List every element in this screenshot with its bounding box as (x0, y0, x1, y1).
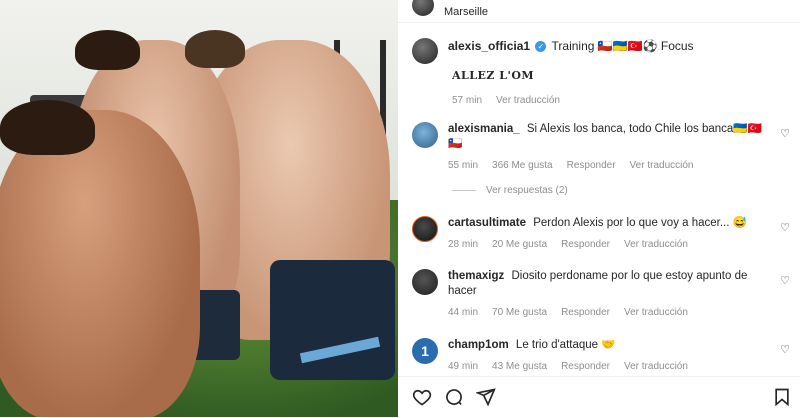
post-header: Marseille (412, 0, 488, 18)
comment-item: themaxigz Diosito perdoname por lo que e… (412, 269, 797, 320)
comment-username[interactable]: champ1om (448, 339, 509, 351)
post-photo (0, 0, 398, 417)
photo-person-left (0, 110, 200, 417)
caption-avatar[interactable] (412, 38, 438, 64)
comment-reply-button[interactable]: Responder (561, 237, 610, 252)
comment-time: 28 min (448, 239, 479, 250)
heart-icon[interactable]: ♡ (779, 275, 791, 287)
heart-icon[interactable]: ♡ (779, 344, 791, 356)
post-caption: alexis_officia1 ✓ Training 🇨🇱🇺🇦🇹🇷⚽ Focus (412, 38, 694, 64)
view-replies[interactable]: Ver respuestas (2) (452, 185, 568, 196)
post-location[interactable]: Marseille (444, 6, 488, 18)
caption-time: 57 min (452, 95, 483, 106)
comment-username[interactable]: alexismania_ (448, 123, 520, 135)
comment-item: alexismania_ Si Alexis los banca, todo C… (412, 122, 797, 173)
comment-time: 55 min (448, 160, 479, 171)
comment-meta: 44 min 70 Me gusta Responder Ver traducc… (448, 305, 775, 320)
comment-reply-button[interactable]: Responder (567, 158, 616, 173)
caption-translate-link[interactable]: Ver traducción (496, 95, 560, 106)
comment-meta: 55 min 366 Me gusta Responder Ver traduc… (448, 158, 775, 173)
comment-avatar[interactable] (412, 269, 438, 295)
comment-avatar[interactable]: 1 (412, 338, 438, 364)
replies-line (452, 190, 476, 191)
comment-likes[interactable]: 70 Me gusta (492, 305, 547, 320)
post-actions-bar (398, 376, 800, 418)
comment-reply-button[interactable]: Responder (561, 305, 610, 320)
caption-line2: ALLEZ L'OM (452, 69, 535, 82)
comment-translate-link[interactable]: Ver traducción (624, 237, 688, 252)
view-replies-label[interactable]: Ver respuestas (2) (486, 185, 568, 196)
comment-meta: 49 min 43 Me gusta Responder Ver traducc… (448, 359, 775, 374)
comment-likes[interactable]: 366 Me gusta (492, 158, 553, 173)
heart-icon[interactable]: ♡ (779, 222, 791, 234)
post-author-avatar[interactable] (412, 0, 434, 16)
heart-icon[interactable] (412, 387, 432, 407)
comment-translate-link[interactable]: Ver traducción (624, 305, 688, 320)
photo-hair-middle (75, 30, 140, 70)
photo-hair-right (185, 30, 245, 68)
caption-text: Training 🇨🇱🇺🇦🇹🇷⚽ Focus (551, 39, 694, 53)
comment-likes[interactable]: 20 Me gusta (492, 237, 547, 252)
comment-time: 49 min (448, 361, 479, 372)
caption-meta: 57 min Ver traducción (452, 95, 560, 106)
send-icon[interactable] (474, 387, 496, 407)
heart-icon[interactable]: ♡ (779, 128, 791, 140)
caption-username[interactable]: alexis_officia1 (448, 39, 530, 53)
comment-item: cartasultimate Perdon Alexis por lo que … (412, 216, 797, 252)
header-divider (398, 22, 800, 23)
post-side-panel: Marseille alexis_officia1 ✓ Training 🇨🇱🇺… (398, 0, 800, 417)
comment-translate-link[interactable]: Ver traducción (624, 359, 688, 374)
comment-meta: 28 min 20 Me gusta Responder Ver traducc… (448, 237, 775, 252)
comment-time: 44 min (448, 307, 479, 318)
comment-username[interactable]: themaxigz (448, 270, 504, 282)
comment-avatar[interactable] (412, 216, 438, 242)
comment-likes[interactable]: 43 Me gusta (492, 359, 547, 374)
verified-badge-icon: ✓ (535, 41, 547, 53)
comment-item: 1 champ1om Le trio d'attaque 🤝 49 min 43… (412, 338, 797, 374)
comment-translate-link[interactable]: Ver traducción (630, 158, 694, 173)
bookmark-icon[interactable] (772, 387, 792, 407)
comment-text: Perdon Alexis por lo que voy a hacer... … (533, 217, 747, 229)
comment-text: Le trio d'attaque 🤝 (515, 339, 616, 351)
comment-icon[interactable] (444, 387, 464, 407)
photo-hair-left (0, 100, 95, 155)
comment-reply-button[interactable]: Responder (561, 359, 610, 374)
photo-shorts-right (270, 260, 395, 380)
comment-avatar[interactable] (412, 122, 438, 148)
comment-username[interactable]: cartasultimate (448, 217, 526, 229)
